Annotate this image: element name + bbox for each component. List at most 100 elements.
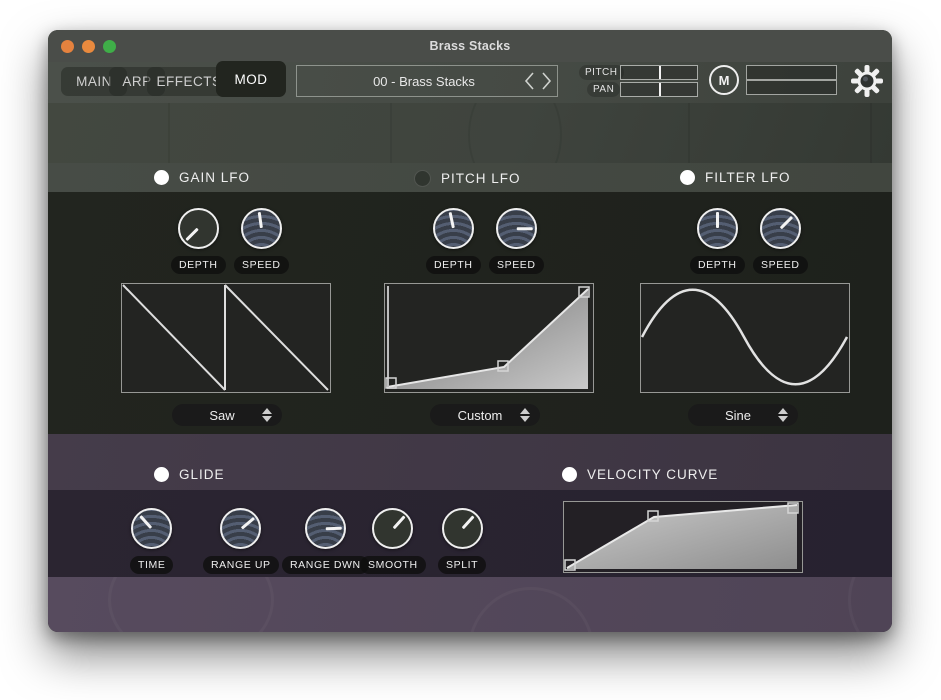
glide-header-band: GLIDE VELOCITY CURVE: [48, 434, 892, 492]
pitch-depth-knob[interactable]: [433, 208, 474, 249]
pitch-wheel-thumb[interactable]: [659, 66, 661, 79]
preset-name: 00 - Brass Stacks: [297, 74, 523, 89]
pitch-speed-knob-group: SPEED: [489, 208, 544, 274]
knob-pointer: [461, 515, 474, 529]
gain-depth-knob-group: DEPTH: [171, 208, 226, 274]
pan-slider[interactable]: [620, 82, 698, 97]
knob-pointer: [140, 515, 153, 529]
pitch-speed-knob[interactable]: [496, 208, 537, 249]
pitch-lfo-toggle[interactable]: PITCH LFO: [414, 170, 521, 187]
glide-range-dwn-knob[interactable]: [305, 508, 346, 549]
chevron-right-icon: [541, 71, 552, 91]
gain-lfo-led-icon[interactable]: [154, 170, 169, 185]
glide-time-knob[interactable]: [131, 508, 172, 549]
filter-lfo-led-icon[interactable]: [680, 170, 695, 185]
plugin-window: Brass Stacks MAIN ARP EFFECTS MOD 00 - B…: [48, 30, 892, 632]
dropdown-arrows-icon: [520, 408, 530, 422]
glide-time-label: TIME: [130, 556, 173, 574]
gain-wave-dropdown[interactable]: Saw: [172, 404, 282, 426]
header-artwork: [48, 103, 892, 163]
gain-speed-knob[interactable]: [241, 208, 282, 249]
gain-depth-knob[interactable]: [178, 208, 219, 249]
filter-speed-label: SPEED: [753, 256, 808, 274]
velocity-title: VELOCITY CURVE: [587, 467, 718, 482]
gain-depth-label: DEPTH: [171, 256, 226, 274]
glide-led-icon[interactable]: [154, 467, 169, 482]
gear-icon[interactable]: [850, 64, 884, 98]
knob-pointer: [716, 212, 719, 228]
zoom-button[interactable]: [103, 40, 116, 53]
pitch-wheel-slider[interactable]: [620, 65, 698, 80]
filter-lfo-wave-display[interactable]: [640, 283, 850, 393]
gain-speed-label: SPEED: [234, 256, 289, 274]
pitch-wave-value: Custom: [430, 408, 520, 423]
glide-range-up-knob[interactable]: [220, 508, 261, 549]
knob-pointer: [780, 216, 793, 229]
velocity-curve-toggle[interactable]: VELOCITY CURVE: [562, 467, 718, 482]
preset-next-button[interactable]: [540, 70, 553, 92]
velocity-curve-icon: [564, 502, 801, 571]
knob-pointer: [186, 228, 199, 241]
glide-range-dwn-label: RANGE DWN: [282, 556, 369, 574]
filter-lfo-title: FILTER LFO: [705, 170, 791, 185]
lfo-section: DEPTH SPEED Saw DEPTH: [48, 192, 892, 436]
preset-prev-button[interactable]: [523, 70, 536, 92]
filter-depth-knob[interactable]: [697, 208, 738, 249]
knob-pointer: [240, 517, 254, 529]
pitch-wave-dropdown[interactable]: Custom: [430, 404, 540, 426]
window-controls: [61, 30, 116, 62]
filter-speed-knob[interactable]: [760, 208, 801, 249]
dropdown-arrows-icon: [778, 408, 788, 422]
pitch-lfo-wave-display[interactable]: [384, 283, 594, 393]
filter-lfo-toggle[interactable]: FILTER LFO: [680, 170, 791, 185]
gain-lfo-toggle[interactable]: GAIN LFO: [154, 170, 250, 185]
filter-wave-value: Sine: [688, 408, 778, 423]
close-button[interactable]: [61, 40, 74, 53]
footer-artwork: [48, 577, 892, 632]
knob-pointer: [326, 527, 342, 530]
pitch-depth-knob-group: DEPTH: [426, 208, 481, 274]
glide-split-knob-group: SPLIT: [438, 508, 486, 574]
glide-smooth-label: SMOOTH: [360, 556, 426, 574]
header-bar: MAIN ARP EFFECTS MOD 00 - Brass Stacks P…: [48, 62, 892, 104]
pan-thumb[interactable]: [659, 83, 661, 96]
knob-pointer: [517, 227, 533, 230]
glide-range-dwn-knob-group: RANGE DWN: [282, 508, 369, 574]
glide-toggle[interactable]: GLIDE: [154, 467, 225, 482]
chevron-left-icon: [524, 71, 535, 91]
pitch-lfo-led-icon[interactable]: [414, 170, 431, 187]
velocity-led-icon[interactable]: [562, 467, 577, 482]
dropdown-arrows-icon: [262, 408, 272, 422]
knob-pointer: [392, 515, 405, 529]
minimize-button[interactable]: [82, 40, 95, 53]
velocity-curve-display[interactable]: [563, 501, 803, 573]
glide-time-knob-group: TIME: [130, 508, 173, 574]
filter-wave-dropdown[interactable]: Sine: [688, 404, 798, 426]
filter-depth-knob-group: DEPTH: [690, 208, 745, 274]
glide-smooth-knob-group: SMOOTH: [360, 508, 426, 574]
titlebar: Brass Stacks: [48, 30, 892, 62]
mono-button[interactable]: M: [709, 65, 739, 95]
glide-split-knob[interactable]: [442, 508, 483, 549]
knob-pointer: [258, 212, 263, 228]
custom-wave-icon: [385, 284, 592, 391]
gain-lfo-wave-display[interactable]: [121, 283, 331, 393]
saw-wave-icon: [122, 284, 329, 391]
gain-wave-value: Saw: [172, 408, 262, 423]
gain-speed-knob-group: SPEED: [234, 208, 289, 274]
tab-mod[interactable]: MOD: [216, 61, 286, 97]
lfo-header-band: GAIN LFO PITCH LFO FILTER LFO: [48, 163, 892, 194]
sine-wave-icon: [641, 284, 848, 391]
preset-selector[interactable]: 00 - Brass Stacks: [296, 65, 558, 97]
glide-range-up-knob-group: RANGE UP: [203, 508, 279, 574]
glide-smooth-knob[interactable]: [372, 508, 413, 549]
pitch-speed-label: SPEED: [489, 256, 544, 274]
pan-label: PAN: [587, 82, 620, 97]
page: Brass Stacks MAIN ARP EFFECTS MOD 00 - B…: [0, 0, 941, 700]
glide-title: GLIDE: [179, 467, 225, 482]
meter-bottom: [746, 80, 837, 95]
filter-depth-label: DEPTH: [690, 256, 745, 274]
knob-pointer: [449, 212, 455, 228]
pitch-lfo-title: PITCH LFO: [441, 171, 521, 186]
glide-range-up-label: RANGE UP: [203, 556, 279, 574]
